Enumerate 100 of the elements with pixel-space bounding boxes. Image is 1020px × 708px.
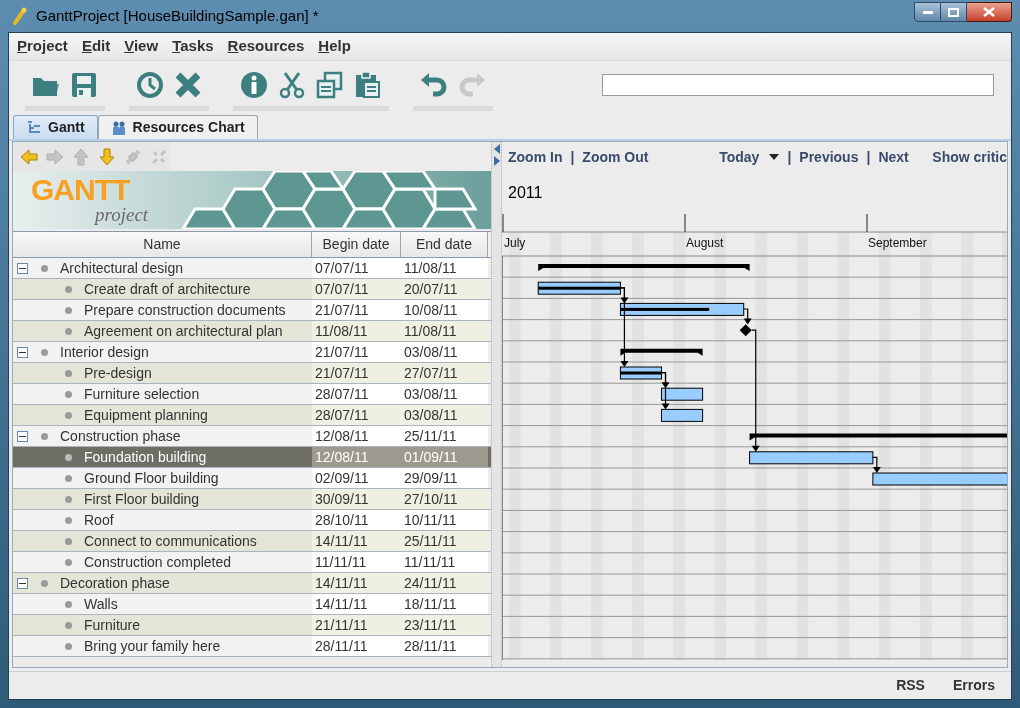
separator: |	[570, 147, 575, 167]
tab[interactable]: Gantt	[13, 115, 98, 139]
collapse-toggle[interactable]	[17, 430, 28, 442]
collapse-toggle[interactable]	[17, 346, 28, 358]
summary-bar[interactable]	[538, 264, 750, 271]
end-date: 23/11/11	[401, 615, 488, 635]
window-title: GanttProject [HouseBuildingSample.gan] *	[36, 5, 319, 26]
logo-subtitle: project	[95, 205, 149, 224]
left-arrow-button[interactable]	[19, 146, 39, 167]
task-name: Decoration phase	[60, 573, 170, 593]
collapse-right-icon[interactable]	[493, 156, 500, 166]
status-link[interactable]: RSS	[896, 675, 925, 696]
toolbar-link[interactable]: Previous	[799, 146, 859, 168]
task-bullet-icon	[41, 432, 48, 440]
task-name: Bring your family here	[84, 636, 221, 656]
end-date: 10/11/11	[401, 510, 488, 530]
begin-date: 28/07/11	[312, 405, 401, 425]
end-date: 18/11/11	[401, 594, 488, 614]
summary-bar[interactable]	[620, 348, 703, 356]
begin-date: 11/08/11	[312, 321, 401, 341]
menu-item[interactable]: Project	[17, 35, 68, 58]
task-name: Foundation building	[84, 447, 207, 467]
gantt-tree-icon	[26, 119, 42, 136]
task-name: Connect to communications	[84, 531, 257, 551]
column-header[interactable]: Name	[13, 232, 312, 257]
close-button[interactable]	[967, 2, 1012, 22]
begin-date: 30/09/11	[312, 489, 401, 509]
close-icon	[983, 7, 995, 17]
begin-date: 21/07/11	[312, 363, 401, 383]
task-name: Architectural design	[60, 258, 183, 278]
begin-date: 07/07/11	[312, 258, 401, 278]
task-name: Furniture selection	[84, 384, 200, 404]
menu-item[interactable]: Edit	[81, 35, 111, 58]
summary-bar[interactable]	[749, 433, 1007, 441]
toolbar-link[interactable]: Zoom Out	[582, 146, 649, 168]
toolbar-link[interactable]: Next	[878, 146, 909, 168]
task-bar[interactable]	[661, 408, 704, 422]
end-date: 27/10/11	[401, 489, 488, 509]
menu-item[interactable]: View	[124, 35, 159, 58]
scissors-button[interactable]	[277, 70, 307, 100]
task-bullet-icon	[65, 516, 72, 524]
task-bullet-icon	[65, 474, 72, 482]
tab[interactable]: Resources Chart	[97, 115, 258, 139]
today-dropdown[interactable]: Today	[719, 146, 780, 168]
task-bullet-icon	[65, 642, 72, 650]
begin-date: 14/11/11	[312, 594, 401, 614]
column-header[interactable]: End date	[401, 232, 488, 257]
search-field[interactable]	[602, 74, 994, 96]
status-link[interactable]: Errors	[952, 675, 995, 696]
task-name: Pre-design	[84, 363, 152, 383]
menu-item[interactable]: Tasks	[172, 35, 214, 58]
maximize-icon	[948, 7, 959, 17]
clock-button[interactable]	[135, 70, 165, 100]
minimize-button[interactable]	[914, 2, 941, 22]
undo-button[interactable]	[419, 70, 449, 100]
delete-button[interactable]	[173, 70, 203, 100]
end-date: 28/11/11	[401, 636, 488, 656]
year-label: 2011	[508, 183, 543, 203]
begin-date: 14/11/11	[312, 573, 401, 593]
end-date: 29/09/11	[401, 468, 488, 488]
table-row[interactable]: Foundation building 12/08/11 01/09/11	[13, 447, 491, 468]
task-name: Interior design	[60, 342, 149, 362]
collapse-toggle[interactable]	[17, 577, 28, 589]
begin-date: 14/11/11	[312, 531, 401, 551]
task-bullet-icon	[65, 285, 72, 293]
down-arrow-button[interactable]	[97, 146, 117, 167]
end-date: 01/09/11	[401, 447, 488, 467]
toolbar-link[interactable]: Zoom In	[508, 146, 563, 168]
end-date: 11/11/11	[401, 552, 488, 572]
clipboard-button[interactable]	[353, 70, 383, 100]
menu-item[interactable]: Help	[318, 35, 351, 58]
task-bullet-icon	[65, 600, 72, 608]
task-bullet-icon	[65, 453, 72, 461]
task-bar[interactable]	[749, 451, 874, 465]
task-bar[interactable]	[661, 387, 704, 401]
save-button[interactable]	[69, 70, 99, 100]
end-date: 25/11/11	[401, 531, 488, 551]
copy-button[interactable]	[315, 70, 345, 100]
menu-item[interactable]: Resources	[227, 35, 305, 58]
end-date: 11/08/11	[401, 321, 488, 341]
month-label: September	[868, 236, 927, 250]
begin-date: 28/11/11	[312, 636, 401, 656]
maximize-button[interactable]	[941, 2, 967, 22]
end-date: 27/07/11	[401, 363, 488, 383]
task-name: Roof	[84, 510, 114, 530]
end-date: 25/11/11	[401, 426, 488, 446]
begin-date: 21/07/11	[312, 300, 401, 320]
collapse-left-icon[interactable]	[493, 144, 500, 154]
begin-date: 07/07/11	[312, 279, 401, 299]
task-bullet-icon	[65, 495, 72, 503]
collapse-toggle[interactable]	[17, 262, 28, 274]
begin-date: 21/11/11	[312, 615, 401, 635]
task-bullet-icon	[65, 327, 72, 335]
task-bullet-icon	[65, 558, 72, 566]
task-bullet-icon	[65, 369, 72, 377]
toolbar-link[interactable]: Show critic	[932, 146, 1007, 168]
info-button[interactable]	[239, 70, 269, 100]
task-bullet-icon	[65, 390, 72, 398]
task-name: Prepare construction documents	[84, 300, 286, 320]
column-header[interactable]: Begin date	[312, 232, 401, 257]
